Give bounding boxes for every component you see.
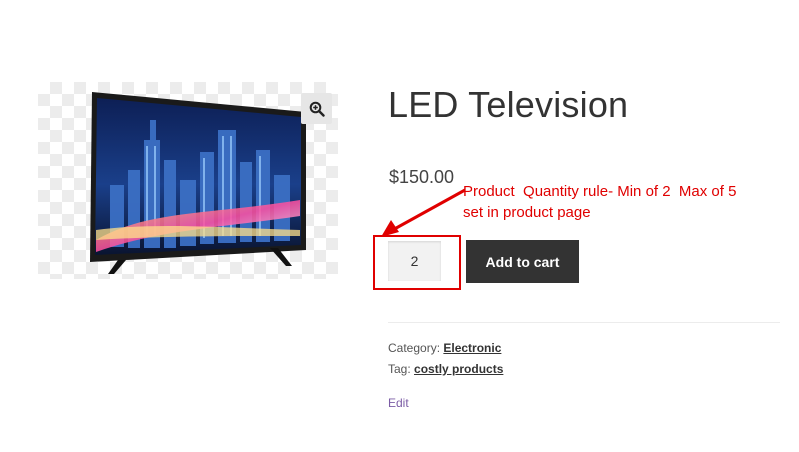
- product-page: LED Television $150.00 Product Quantity …: [0, 0, 799, 452]
- zoom-button[interactable]: [301, 93, 332, 124]
- product-tag: Tag: costly products: [388, 362, 503, 376]
- edit-link[interactable]: Edit: [388, 396, 409, 410]
- category-link[interactable]: Electronic: [443, 341, 501, 355]
- product-gallery: [38, 82, 338, 279]
- annotation-note: Product Quantity rule- Min of 2 Max of 5…: [463, 183, 737, 221]
- tag-link[interactable]: costly products: [414, 362, 503, 376]
- product-category: Category: Electronic: [388, 341, 501, 355]
- product-title: LED Television: [388, 84, 629, 125]
- add-to-cart-button[interactable]: Add to cart: [466, 240, 579, 283]
- zoom-in-icon: [309, 101, 325, 117]
- quantity-input[interactable]: [388, 241, 441, 281]
- category-label: Category:: [388, 341, 441, 355]
- product-image[interactable]: [88, 90, 310, 274]
- divider: [388, 322, 780, 323]
- annotation-arrow: [381, 188, 466, 237]
- tag-label: Tag:: [388, 362, 411, 376]
